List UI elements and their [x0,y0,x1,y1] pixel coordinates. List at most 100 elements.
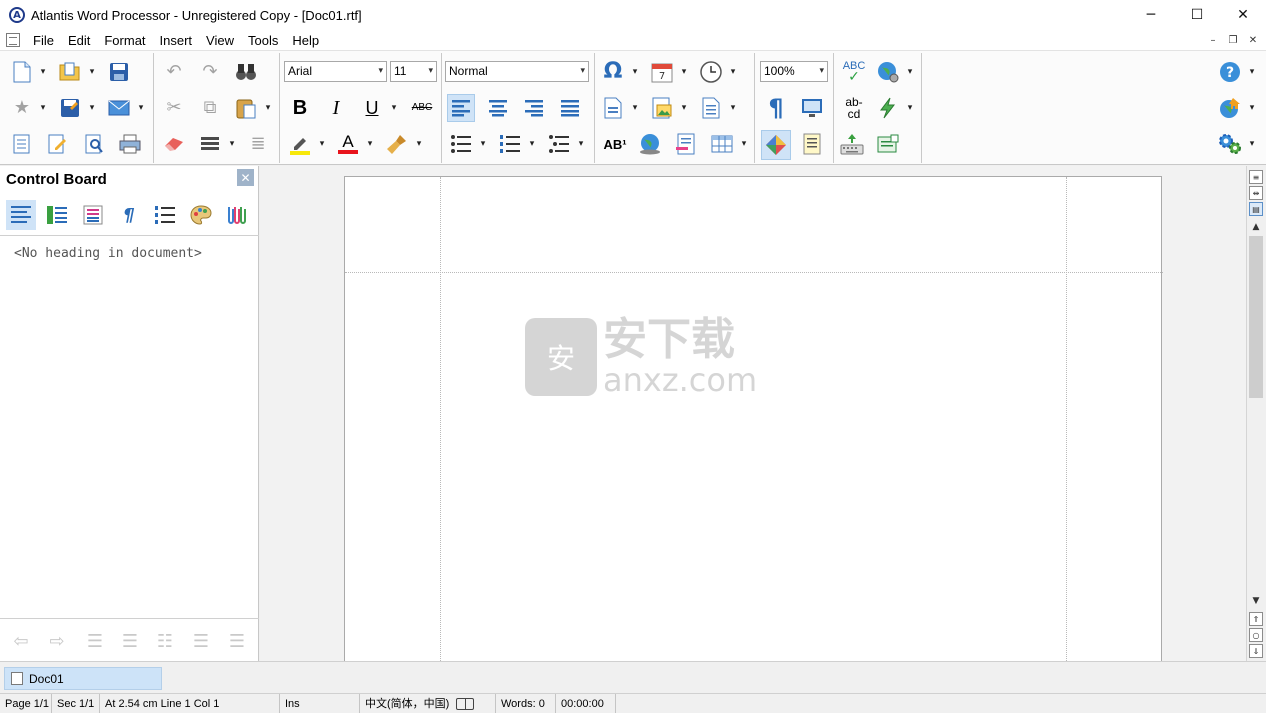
insert-symbol-omega-icon[interactable]: Ω [601,60,625,84]
menu-file[interactable]: File [26,30,61,51]
redo-icon[interactable]: ↷ [198,60,222,84]
lists-icon[interactable] [150,200,180,230]
menu-tools[interactable]: Tools [241,30,285,51]
full-screen-icon[interactable] [800,96,824,120]
email-dropdown-icon[interactable]: ▾ [136,96,146,120]
bold-button[interactable]: B [288,96,312,120]
strikethrough-button[interactable]: ABC [408,96,436,120]
promote-heading-icon[interactable]: ☷ [152,629,178,653]
align-center-icon[interactable] [486,96,510,120]
email-icon[interactable] [107,96,131,120]
style-combo[interactable]: Normal ▾ [445,61,589,82]
insert-picture-dropdown-icon[interactable]: ▾ [679,96,689,120]
scrollbar-thumb[interactable] [1249,236,1263,398]
multilevel-list-icon[interactable] [547,132,571,156]
insert-picture-icon[interactable] [650,96,674,120]
options-gears-icon[interactable] [1218,132,1242,156]
styles-icon[interactable]: ¶ [114,200,144,230]
edit-document-icon[interactable] [45,132,69,156]
eraser-clear-format-icon[interactable] [162,132,186,156]
spellcheck-button[interactable]: ABC ✓ [840,59,868,84]
date-dropdown-icon[interactable]: ▾ [679,60,689,84]
favorites-star-icon[interactable]: ★ [10,96,34,120]
format-painter-brush-icon[interactable] [385,132,409,156]
favorites-dropdown-icon[interactable]: ▾ [38,96,48,120]
demote-heading-icon[interactable]: ☰ [188,629,214,653]
binoculars-search-icon[interactable] [234,60,258,84]
options-dropdown-icon[interactable]: ▾ [1247,132,1257,156]
nav-back-arrow-icon[interactable]: ⇦ [8,629,34,653]
mdi-close-button[interactable]: ✕ [1244,33,1262,48]
normal-view-icon[interactable]: ≡ [1249,170,1263,184]
horizontal-line-icon[interactable] [198,132,222,156]
font-name-dropdown-icon[interactable]: ▾ [378,62,383,81]
font-color-button[interactable]: A [336,132,360,156]
time-dropdown-icon[interactable]: ▾ [728,60,738,84]
paragraph-format-icon[interactable]: ≣ [246,132,270,156]
page-setup-icon[interactable] [800,132,824,156]
insert-file-dropdown-icon[interactable]: ▾ [630,96,640,120]
new-dropdown-icon[interactable]: ▾ [38,60,48,84]
menu-help[interactable]: Help [285,30,326,51]
maximize-button[interactable]: ☐ [1174,0,1220,30]
align-right-icon[interactable] [522,96,546,120]
collapse-headings-icon[interactable]: ☰ [224,629,250,653]
remove-heading-icon[interactable]: ☰ [117,629,143,653]
superscript-button[interactable]: AB¹ [601,132,629,156]
style-dropdown-icon[interactable]: ▾ [580,62,585,81]
home-web-dropdown-icon[interactable]: ▾ [1247,96,1257,120]
menu-view[interactable]: View [199,30,241,51]
panel-close-icon[interactable]: ✕ [237,169,254,186]
font-size-dropdown-icon[interactable]: ▾ [428,62,433,81]
mdi-minimize-button[interactable]: – [1204,33,1222,48]
save-as-dropdown-icon[interactable]: ▾ [87,96,97,120]
color-palette-icon[interactable] [186,200,216,230]
web-layout-view-icon[interactable]: ⇹ [1249,186,1263,200]
underline-button[interactable]: U [360,96,384,120]
font-size-combo[interactable]: 11 ▾ [390,61,437,82]
hyperlink-globe-icon[interactable] [638,132,662,156]
insert-footnote-icon[interactable] [674,132,698,156]
clipboard-clips-icon[interactable] [222,200,252,230]
highlight-marker-icon[interactable] [288,132,312,156]
underline-dropdown-icon[interactable]: ▾ [389,96,399,120]
highlight-dropdown-icon[interactable]: ▾ [317,132,327,156]
bullet-list-dropdown-icon[interactable]: ▾ [478,132,488,156]
insert-date-calendar-icon[interactable]: 7 [650,60,674,84]
font-color-dropdown-icon[interactable]: ▾ [365,132,375,156]
bullet-list-icon[interactable] [449,132,473,156]
page-break-dropdown-icon[interactable]: ▾ [728,96,738,120]
document-menu-icon[interactable] [6,33,20,47]
insert-table-icon[interactable] [710,132,734,156]
nav-forward-arrow-icon[interactable]: ⇨ [44,629,70,653]
scroll-down-arrow-icon[interactable]: ▼ [1249,594,1263,608]
web-tools-globe-icon[interactable] [876,60,900,84]
align-justify-icon[interactable] [558,96,582,120]
open-dropdown-icon[interactable]: ▾ [87,60,97,84]
next-page-icon[interactable]: ⇓ [1249,644,1263,658]
mdi-restore-button[interactable]: ❐ [1224,33,1242,48]
text-box-icon[interactable] [876,132,900,156]
find-icon[interactable] [82,132,106,156]
pages-list-icon[interactable] [78,200,108,230]
web-tools-dropdown-icon[interactable]: ▾ [905,60,915,84]
save-as-icon[interactable] [58,96,82,120]
font-name-combo[interactable]: Arial ▾ [284,61,387,82]
italic-button[interactable]: I [324,96,348,120]
symbol-dropdown-icon[interactable]: ▾ [630,60,640,84]
print-icon[interactable] [118,132,142,156]
paste-dropdown-icon[interactable]: ▾ [263,96,273,120]
delete-heading-icon[interactable]: ☰ [82,629,108,653]
open-folder-icon[interactable] [58,60,82,84]
multilevel-list-dropdown-icon[interactable]: ▾ [576,132,586,156]
scroll-up-arrow-icon[interactable]: ▲ [1249,220,1263,234]
quick-actions-dropdown-icon[interactable]: ▾ [905,96,915,120]
outline-headings-icon[interactable] [6,200,36,230]
help-dropdown-icon[interactable]: ▾ [1247,60,1257,84]
cut-scissors-icon[interactable]: ✂ [162,96,186,120]
insert-time-clock-icon[interactable] [699,60,723,84]
new-document-icon[interactable] [10,60,34,84]
page-break-icon[interactable] [699,96,723,120]
format-painter-dropdown-icon[interactable]: ▾ [414,132,424,156]
document-page[interactable]: 安 安下载 anxz.com [344,176,1163,661]
